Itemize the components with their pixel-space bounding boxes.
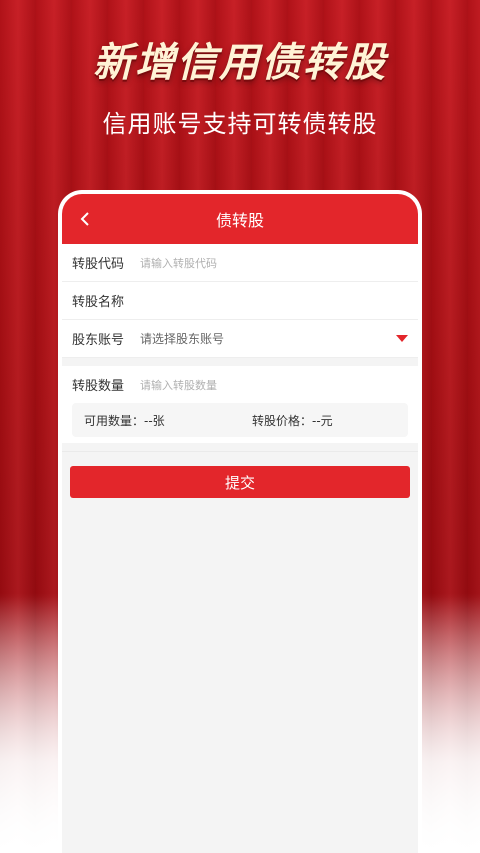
name-row: 转股名称 bbox=[62, 282, 418, 320]
phone-frame: 债转股 转股代码 请输入转股代码 转股名称 股东账号 请选择股东账号 转股数量 … bbox=[58, 190, 422, 853]
available-quantity: 可用数量：--张 bbox=[72, 412, 240, 429]
code-input[interactable]: 请输入转股代码 bbox=[140, 255, 408, 271]
submit-area: 提交 bbox=[62, 451, 418, 498]
chevron-left-icon bbox=[80, 212, 89, 226]
account-label: 股东账号 bbox=[72, 333, 125, 348]
page-title: 债转股 bbox=[215, 211, 264, 230]
price-value: --元 bbox=[312, 413, 333, 428]
caret-down-icon[interactable] bbox=[396, 335, 408, 342]
code-label: 转股代码 bbox=[72, 257, 125, 272]
quantity-input[interactable]: 请输入转股数量 bbox=[140, 377, 408, 393]
conversion-price: 转股价格：--元 bbox=[240, 412, 408, 429]
quantity-input-row[interactable]: 转股数量 请输入转股数量 bbox=[62, 366, 418, 403]
quantity-label: 转股数量 bbox=[72, 379, 125, 394]
name-label: 转股名称 bbox=[72, 295, 125, 310]
back-button[interactable] bbox=[70, 204, 100, 234]
available-value: --张 bbox=[144, 413, 165, 428]
account-placeholder: 请选择股东账号 bbox=[140, 332, 225, 346]
info-bar: 可用数量：--张 转股价格：--元 bbox=[72, 403, 408, 437]
code-input-row[interactable]: 转股代码 请输入转股代码 bbox=[62, 244, 418, 282]
promo-subheadline: 信用账号支持可转债转股 bbox=[102, 110, 378, 138]
promo-headline: 新增信用债转股 bbox=[93, 40, 387, 86]
navbar: 债转股 bbox=[62, 194, 418, 244]
price-label: 转股价格： bbox=[252, 413, 313, 428]
account-select[interactable]: 股东账号 请选择股东账号 bbox=[62, 320, 418, 358]
quantity-block: 转股数量 请输入转股数量 可用数量：--张 转股价格：--元 bbox=[62, 366, 418, 443]
available-label: 可用数量： bbox=[84, 413, 145, 428]
divider-gap bbox=[62, 358, 418, 366]
submit-button[interactable]: 提交 bbox=[70, 466, 410, 498]
